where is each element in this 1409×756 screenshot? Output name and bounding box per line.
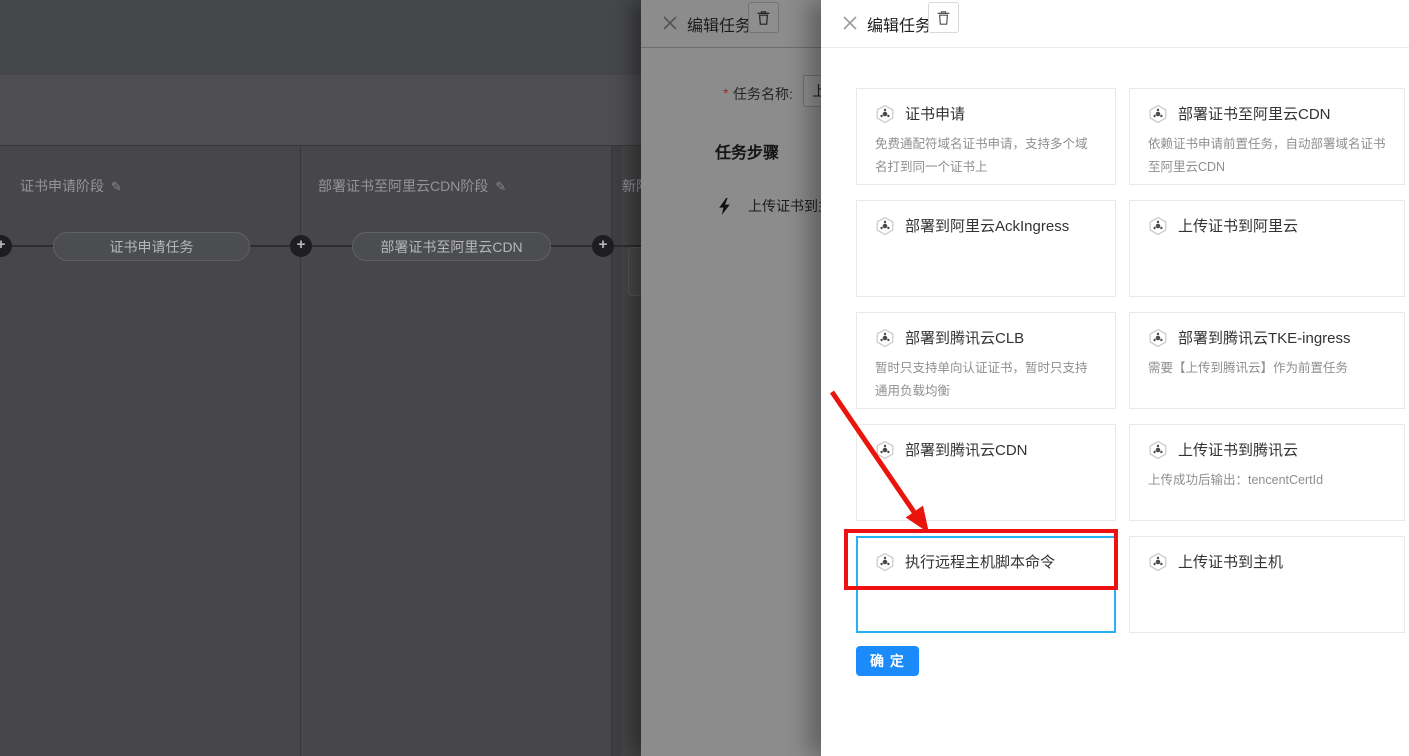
task-card-deploy-tencent-clb[interactable]: 部署到腾讯云CLB 暂时只支持单向认证证书，暂时只支持通用负载均衡 — [856, 312, 1116, 409]
task-card-exec-remote-script[interactable]: 执行远程主机脚本命令 — [856, 536, 1116, 633]
stage-title-1: 证书申请阶段 ✎ — [20, 176, 122, 196]
hexagon-task-icon — [1148, 104, 1168, 124]
trash-icon — [756, 10, 771, 26]
edit-task-drawer-background: 编辑任务 * 任务名称: 任务步骤 上传证书到主机 — [641, 0, 821, 756]
mid-drawer-header: 编辑任务 — [641, 0, 821, 48]
lightning-icon — [718, 198, 731, 215]
confirm-button[interactable]: 确 定 — [856, 646, 919, 676]
card-desc: 暂时只支持单向认证证书，暂时只支持通用负载均衡 — [875, 357, 1097, 402]
card-title: 执行远程主机脚本命令 — [905, 551, 1055, 572]
hexagon-task-icon — [875, 104, 895, 124]
task-step-label: 上传证书到主机 — [748, 196, 821, 216]
card-desc: 依赖证书申请前置任务，自动部署域名证书至阿里云CDN — [1148, 133, 1386, 178]
card-title: 部署到腾讯云CDN — [905, 439, 1028, 460]
card-title: 部署到阿里云AckIngress — [905, 215, 1069, 236]
hexagon-task-icon — [1148, 440, 1168, 460]
task-steps-heading: 任务步骤 — [715, 139, 779, 163]
card-desc: 需要【上传到腾讯云】作为前置任务 — [1148, 357, 1386, 380]
mid-drawer-title: 编辑任务 — [687, 12, 751, 36]
hexagon-task-icon — [1148, 328, 1168, 348]
task-card-deploy-aliyun-ackingress[interactable]: 部署到阿里云AckIngress — [856, 200, 1116, 297]
add-stage-button-mid-2[interactable]: + — [592, 235, 614, 257]
task-name-input[interactable] — [803, 75, 821, 107]
card-title: 上传证书到主机 — [1178, 551, 1283, 572]
card-title: 上传证书到阿里云 — [1178, 215, 1298, 236]
task-pill-2-label: 部署证书至阿里云CDN — [380, 237, 522, 257]
trash-icon — [936, 10, 951, 26]
screenshot-canvas: 证书申请阶段✎ 部署证书至阿里云CDN阶段✎ 新阶段 + 证书申请任务 + 部署… — [0, 0, 1409, 756]
close-icon[interactable] — [663, 16, 677, 30]
card-title: 部署到腾讯云TKE-ingress — [1178, 327, 1351, 348]
drawer-header: 编辑任务 — [821, 0, 1409, 48]
required-mark: * — [723, 85, 728, 101]
task-pill-2[interactable]: 部署证书至阿里云CDN — [352, 232, 551, 261]
task-card-upload-tencent[interactable]: 上传证书到腾讯云 上传成功后输出：tencentCertId — [1129, 424, 1405, 521]
hexagon-task-icon — [1148, 552, 1168, 572]
card-title: 上传证书到腾讯云 — [1178, 439, 1298, 460]
card-title: 部署证书至阿里云CDN — [1178, 103, 1331, 124]
task-card-deploy-tencent-tke-ingress[interactable]: 部署到腾讯云TKE-ingress 需要【上传到腾讯云】作为前置任务 — [1129, 312, 1405, 409]
card-title: 部署到腾讯云CLB — [905, 327, 1024, 348]
task-name-label: 任务名称: — [733, 84, 793, 104]
task-type-grid: 证书申请 免费通配符域名证书申请，支持多个域名打到同一个证书上 部署证书至阿里云… — [856, 88, 1405, 633]
add-stage-button-mid-1[interactable]: + — [290, 235, 312, 257]
card-title: 证书申请 — [905, 103, 965, 124]
stage-title-1-text: 证书申请阶段 — [20, 178, 104, 194]
card-desc: 免费通配符域名证书申请，支持多个域名打到同一个证书上 — [875, 133, 1097, 178]
hexagon-task-icon — [875, 552, 895, 572]
delete-task-button[interactable] — [748, 2, 779, 33]
task-pill-1[interactable]: 证书申请任务 — [53, 232, 250, 261]
hexagon-task-icon — [1148, 216, 1168, 236]
hexagon-task-icon — [875, 440, 895, 460]
task-card-deploy-aliyun-cdn[interactable]: 部署证书至阿里云CDN 依赖证书申请前置任务，自动部署域名证书至阿里云CDN — [1129, 88, 1405, 185]
task-card-upload-aliyun[interactable]: 上传证书到阿里云 — [1129, 200, 1405, 297]
task-card-upload-host[interactable]: 上传证书到主机 — [1129, 536, 1405, 633]
hexagon-task-icon — [875, 328, 895, 348]
card-desc: 上传成功后输出：tencentCertId — [1148, 469, 1386, 492]
delete-task-button[interactable] — [928, 2, 959, 33]
edit-stage-icon[interactable]: ✎ — [495, 179, 506, 194]
task-card-cert-apply[interactable]: 证书申请 免费通配符域名证书申请，支持多个域名打到同一个证书上 — [856, 88, 1116, 185]
task-pill-1-label: 证书申请任务 — [110, 237, 194, 257]
close-icon[interactable] — [843, 16, 857, 30]
task-step-item[interactable]: 上传证书到主机 — [718, 196, 821, 216]
drawer-title: 编辑任务 — [867, 12, 931, 36]
task-card-deploy-tencent-cdn[interactable]: 部署到腾讯云CDN — [856, 424, 1116, 521]
edit-stage-icon[interactable]: ✎ — [111, 179, 122, 194]
stage-title-2-text: 部署证书至阿里云CDN阶段 — [318, 178, 488, 194]
hexagon-task-icon — [875, 216, 895, 236]
stage-title-2: 部署证书至阿里云CDN阶段 ✎ — [318, 176, 506, 196]
edit-task-drawer: 编辑任务 证书申请 免费通配符域名证书申请，支持多个域名打到同一个证书上 部署证… — [821, 0, 1409, 756]
